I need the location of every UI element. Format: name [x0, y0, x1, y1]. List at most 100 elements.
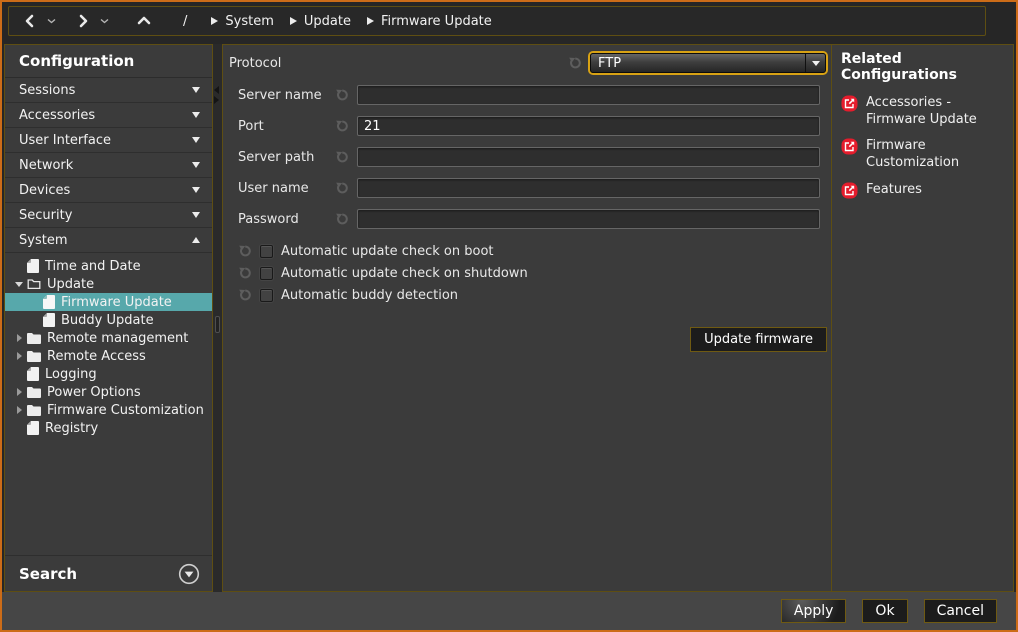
sidebar-splitter[interactable] [213, 44, 222, 592]
navigation-toolbar: / System Update Firmware Update [8, 6, 986, 36]
document-icon [43, 313, 55, 327]
reset-icon[interactable] [335, 119, 349, 133]
auto-update-shutdown-row: Automatic update check on shutdown [238, 262, 831, 284]
splitter-collapse-left-icon[interactable] [214, 86, 219, 94]
forward-history-caret[interactable] [100, 18, 109, 24]
auto-buddy-detection-checkbox[interactable] [260, 289, 273, 302]
related-configurations-title: Related Configurations [841, 51, 1005, 83]
external-link-icon [841, 95, 858, 112]
reset-icon[interactable] [568, 56, 582, 70]
breadcrumb-item-system[interactable]: System [211, 14, 273, 29]
back-history-caret[interactable] [47, 18, 56, 24]
password-input[interactable] [357, 209, 820, 229]
tree-item-power-options[interactable]: Power Options [5, 383, 212, 401]
breadcrumb-triangle-icon [211, 17, 218, 25]
folder-icon [27, 350, 41, 362]
search-section-toggle[interactable]: Search [5, 555, 212, 591]
auto-update-shutdown-checkbox[interactable] [260, 267, 273, 280]
forward-button[interactable] [72, 9, 94, 33]
auto-update-boot-checkbox[interactable] [260, 245, 273, 258]
footer-bar: Apply Ok Cancel [2, 592, 1016, 630]
tree-item-firmware-customization[interactable]: Firmware Customization [5, 401, 212, 419]
reset-icon[interactable] [238, 244, 252, 258]
tree-item-registry[interactable]: Registry [5, 419, 212, 437]
update-firmware-button[interactable]: Update firmware [690, 327, 827, 352]
tree-item-remote-management[interactable]: Remote management [5, 329, 212, 347]
cancel-button[interactable]: Cancel [924, 599, 997, 623]
app-window: / System Update Firmware Update Configur… [0, 0, 1018, 632]
configuration-sidebar: Configuration Sessions Accessories User … [4, 44, 213, 592]
tree-item-buddy-update[interactable]: Buddy Update [5, 311, 212, 329]
server-name-input[interactable] [357, 85, 820, 105]
auto-update-boot-row: Automatic update check on boot [238, 240, 831, 262]
expander-right-icon[interactable] [17, 334, 22, 342]
port-input[interactable] [357, 116, 820, 136]
server-path-input[interactable] [357, 147, 820, 167]
splitter-collapse-right-icon[interactable] [214, 96, 219, 104]
reset-icon[interactable] [238, 288, 252, 302]
chevron-down-icon [192, 187, 200, 193]
sidebar-item-system[interactable]: System [5, 228, 212, 253]
ok-button[interactable]: Ok [862, 599, 907, 623]
server-path-label: Server path [238, 150, 335, 165]
user-name-label: User name [238, 181, 335, 196]
sidebar-item-security[interactable]: Security [5, 203, 212, 228]
tree-item-remote-access[interactable]: Remote Access [5, 347, 212, 365]
breadcrumb-item-update[interactable]: Update [290, 14, 351, 29]
server-path-row: Server path [238, 147, 820, 167]
tree-item-firmware-update[interactable]: Firmware Update [5, 293, 212, 311]
sidebar-title: Configuration [19, 52, 134, 70]
password-label: Password [238, 212, 335, 227]
document-icon [27, 367, 39, 381]
breadcrumb-item-firmware-update[interactable]: Firmware Update [367, 14, 492, 29]
user-name-input[interactable] [357, 178, 820, 198]
expander-down-icon[interactable] [15, 282, 23, 287]
expander-right-icon[interactable] [17, 388, 22, 396]
search-label: Search [19, 565, 178, 583]
chevron-down-icon [192, 87, 200, 93]
sidebar-item-accessories[interactable]: Accessories [5, 103, 212, 128]
chevron-down-icon [192, 112, 200, 118]
expander-right-icon[interactable] [17, 352, 22, 360]
breadcrumb-label: System [225, 14, 273, 29]
related-link-firmware-customization[interactable]: Firmware Customization [841, 138, 1005, 171]
tree-item-update[interactable]: Update [5, 275, 212, 293]
auto-buddy-detection-label: Automatic buddy detection [281, 288, 458, 303]
sidebar-item-network[interactable]: Network [5, 153, 212, 178]
apply-button[interactable]: Apply [781, 599, 847, 623]
protocol-row: Protocol FTP [223, 50, 831, 76]
reset-icon[interactable] [238, 266, 252, 280]
search-expand-icon[interactable] [178, 563, 200, 585]
tree-item-logging[interactable]: Logging [5, 365, 212, 383]
tree-item-time-and-date[interactable]: Time and Date [5, 257, 212, 275]
protocol-select[interactable]: FTP [590, 53, 826, 73]
expander-right-icon[interactable] [17, 406, 22, 414]
sidebar-item-user-interface[interactable]: User Interface [5, 128, 212, 153]
breadcrumb-root[interactable]: / [183, 14, 187, 29]
related-link-accessories-firmware-update[interactable]: Accessories - Firmware Update [841, 95, 1005, 128]
server-name-row: Server name [238, 85, 820, 105]
folder-icon [27, 386, 41, 398]
auto-buddy-detection-row: Automatic buddy detection [238, 284, 831, 306]
reset-icon[interactable] [335, 212, 349, 226]
firmware-update-form: Protocol FTP Server name Port [223, 45, 831, 591]
folder-icon [27, 332, 41, 344]
up-button[interactable] [133, 9, 155, 33]
external-link-icon [841, 182, 858, 199]
chevron-right-icon [75, 13, 91, 29]
folder-open-icon [27, 278, 41, 290]
top-bar: / System Update Firmware Update [2, 2, 1016, 40]
chevron-down-icon [192, 212, 200, 218]
reset-icon[interactable] [335, 88, 349, 102]
reset-icon[interactable] [335, 150, 349, 164]
sidebar-item-sessions[interactable]: Sessions [5, 78, 212, 103]
port-label: Port [238, 119, 335, 134]
chevron-down-icon [192, 162, 200, 168]
sidebar-item-devices[interactable]: Devices [5, 178, 212, 203]
back-button[interactable] [19, 9, 41, 33]
reset-icon[interactable] [335, 181, 349, 195]
related-link-features[interactable]: Features [841, 182, 1005, 199]
breadcrumb-label: Firmware Update [381, 14, 492, 29]
splitter-grip[interactable] [215, 316, 220, 333]
document-icon [27, 421, 39, 435]
